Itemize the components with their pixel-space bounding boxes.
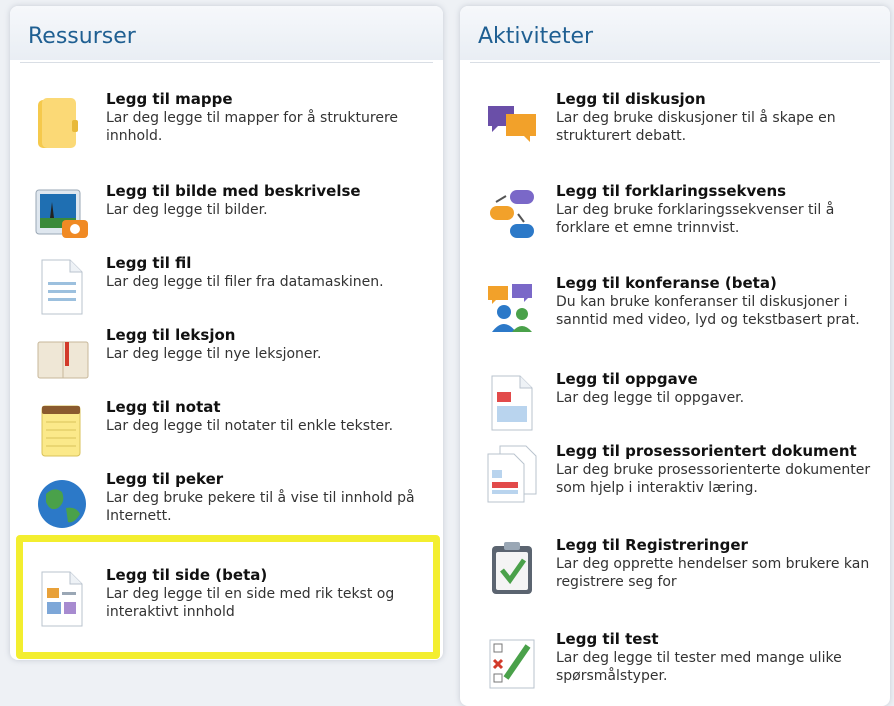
resources-title: Ressurser xyxy=(28,24,136,49)
activities-header: Aktiviteter xyxy=(460,6,890,60)
item-desc: Lar deg bruke pekere til å vise til innh… xyxy=(106,490,415,524)
globe-icon xyxy=(38,480,86,528)
item-desc: Du kan bruke konferanser til diskusjoner… xyxy=(556,294,860,328)
folder-icon xyxy=(38,98,78,148)
resources-header: Ressurser xyxy=(10,6,443,60)
item-desc: Lar deg bruke prosessorienterte dokument… xyxy=(556,462,871,496)
add-page-item[interactable]: Legg til side (beta) Lar deg legge til e… xyxy=(10,566,443,630)
conference-icon xyxy=(488,284,532,332)
add-process-document-item[interactable]: Legg til prosessorientert dokument Lar d… xyxy=(460,442,890,506)
item-title: Legg til diskusjon xyxy=(556,90,706,108)
item-title: Legg til konferanse (beta) xyxy=(556,274,777,292)
item-desc: Lar deg bruke diskusjoner til å skape en… xyxy=(556,110,836,144)
item-desc: Lar deg legge til bilder. xyxy=(106,202,268,218)
item-desc: Lar deg legge til notater til enkle teks… xyxy=(106,418,394,434)
item-desc: Lar deg legge til nye leksjoner. xyxy=(106,346,322,362)
file-icon xyxy=(41,259,83,315)
item-desc: Lar deg legge til oppgaver. xyxy=(556,390,745,406)
add-image-item[interactable]: Legg til bilde med beskrivelse Lar deg l… xyxy=(10,182,443,246)
add-note-item[interactable]: Legg til notat Lar deg legge til notater… xyxy=(10,398,443,462)
add-sequence-item[interactable]: Legg til forklaringssekvens Lar deg bruk… xyxy=(460,182,890,246)
item-desc: Lar deg opprette hendelser som brukere k… xyxy=(556,556,870,590)
add-assignment-item[interactable]: Legg til oppgave Lar deg legge til oppga… xyxy=(460,370,890,434)
item-title: Legg til notat xyxy=(106,398,221,416)
add-file-item[interactable]: Legg til fil Lar deg legge til filer fra… xyxy=(10,254,443,318)
divider xyxy=(470,62,880,63)
item-title: Legg til oppgave xyxy=(556,370,698,388)
item-desc: Lar deg bruke forklaringssekvenser til å… xyxy=(556,202,835,236)
item-title: Legg til bilde med beskrivelse xyxy=(106,182,361,200)
item-desc: Lar deg legge til en side med rik tekst … xyxy=(106,586,395,620)
item-title: Legg til side (beta) xyxy=(106,566,268,584)
discussion-icon xyxy=(488,106,536,142)
book-icon xyxy=(37,341,89,379)
item-title: Legg til forklaringssekvens xyxy=(556,182,787,200)
activities-title: Aktiviteter xyxy=(478,24,594,49)
item-title: Legg til Registreringer xyxy=(556,536,748,554)
item-desc: Lar deg legge til tester med mange ulike… xyxy=(556,650,842,684)
item-title: Legg til prosessorientert dokument xyxy=(556,442,857,460)
item-title: Legg til peker xyxy=(106,470,224,488)
add-folder-item[interactable]: Legg til mappe Lar deg legge til mapper … xyxy=(10,90,443,154)
sequence-icon xyxy=(490,190,534,238)
item-title: Legg til leksjon xyxy=(106,326,236,344)
add-test-item[interactable]: Legg til test Lar deg legge til tester m… xyxy=(460,630,890,694)
item-desc: Lar deg legge til mapper for å strukture… xyxy=(106,110,399,144)
page-icon xyxy=(41,571,83,627)
resources-panel: Ressurser Legg til mappe Lar deg legge t… xyxy=(10,6,443,660)
item-desc: Lar deg legge til filer fra datamaskinen… xyxy=(106,274,384,290)
add-discussion-item[interactable]: Legg til diskusjon Lar deg bruke diskusj… xyxy=(460,90,890,154)
image-icon xyxy=(35,189,88,238)
add-link-item[interactable]: Legg til peker Lar deg bruke pekere til … xyxy=(10,470,443,534)
divider xyxy=(20,62,433,63)
notepad-icon xyxy=(41,405,81,457)
item-title: Legg til fil xyxy=(106,254,192,272)
activities-panel: Aktiviteter Legg til diskusjon Lar deg b… xyxy=(460,6,890,706)
documents-icon xyxy=(487,445,537,503)
add-lesson-item[interactable]: Legg til leksjon Lar deg legge til nye l… xyxy=(10,326,443,390)
clipboard-check-icon xyxy=(492,542,532,594)
test-icon xyxy=(489,639,535,689)
item-title: Legg til mappe xyxy=(106,90,233,108)
assignment-icon xyxy=(491,375,533,431)
add-registration-item[interactable]: Legg til Registreringer Lar deg opprette… xyxy=(460,536,890,600)
add-conference-item[interactable]: Legg til konferanse (beta) Du kan bruke … xyxy=(460,274,890,338)
item-title: Legg til test xyxy=(556,630,659,648)
